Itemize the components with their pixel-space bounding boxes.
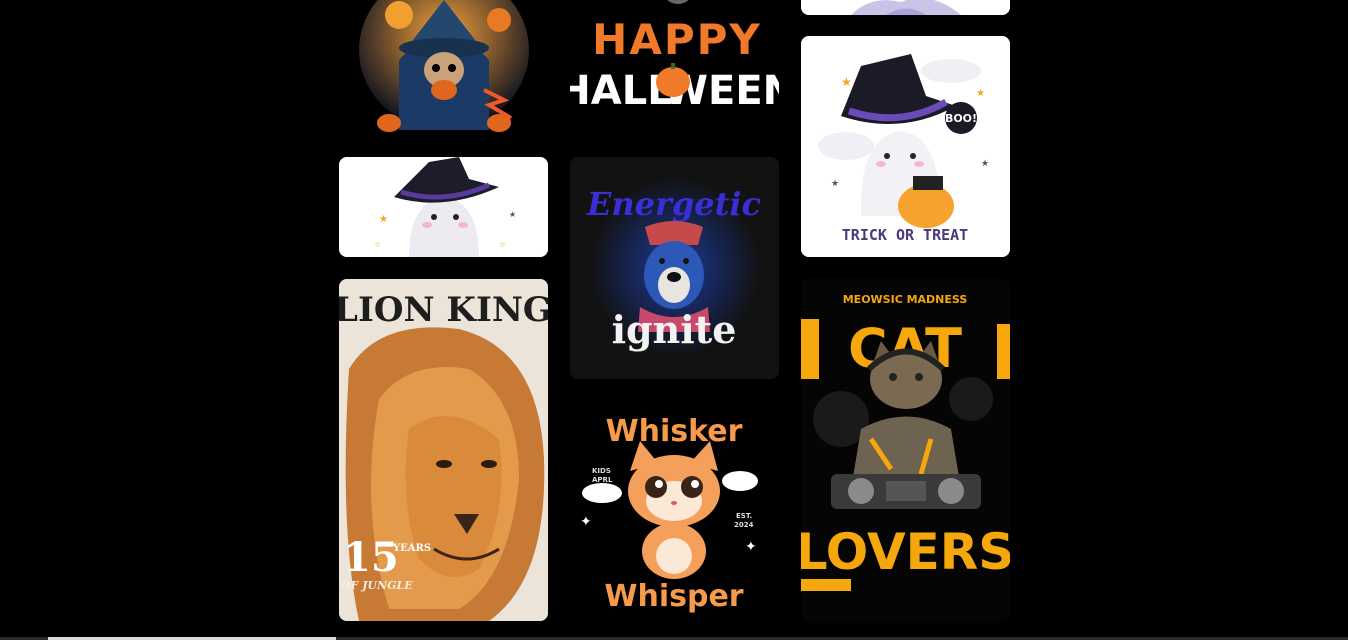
svg-text:★: ★ [379, 214, 388, 225]
happy-halloween-artwork: HAPPY HALL WEEN [570, 0, 779, 114]
design-card-reaper[interactable] [339, 0, 548, 140]
svg-text:★: ★ [841, 75, 852, 89]
design-card-happy-halloween[interactable]: HAPPY HALL WEEN [570, 0, 779, 120]
whisker-whisper-artwork: Whisker KIDS APRL EST. 2024 ✦ ✦ Whisper [570, 401, 779, 621]
ghost-top-artwork [801, 0, 1010, 15]
ignite-text: ignite [612, 307, 737, 352]
svg-text:★: ★ [976, 88, 985, 99]
ghost-witch-artwork: ★ ★ ☆ ☆ [339, 157, 548, 257]
whisper-text: Whisper [604, 579, 743, 614]
aprl-text: APRL [592, 476, 613, 484]
lion-king-years: YEARS [392, 543, 431, 554]
svg-text:★: ★ [509, 210, 516, 219]
design-card-ghost-top[interactable] [801, 0, 1010, 15]
energetic-ignite-artwork: Energetic ignite [570, 157, 779, 379]
design-card-energetic-ignite[interactable]: Energetic ignite [570, 157, 779, 379]
kids-text: KIDS [592, 467, 611, 475]
design-card-cat-lovers[interactable]: MEOWSIC MADNESS CAT LOVERS [801, 279, 1010, 621]
reaper-artwork [359, 0, 529, 140]
design-card-lion-king[interactable]: LION KING 15 YEARS OF JUNGLE [339, 279, 548, 621]
cat-lovers-artwork: MEOWSIC MADNESS CAT LOVERS [801, 279, 1010, 621]
happy-text: HAPPY [592, 15, 762, 64]
year-text: 2024 [734, 521, 754, 529]
svg-text:✦: ✦ [580, 514, 592, 530]
lion-king-fifteen: 15 [343, 534, 399, 581]
lovers-text: LOVERS [801, 523, 1010, 581]
trick-or-treat-text: TRICK OR TREAT [842, 226, 968, 244]
lion-king-artwork: LION KING 15 YEARS OF JUNGLE [339, 279, 548, 621]
trick-or-treat-artwork: BOO! ★ ★ ★ ★ TRICK OR TREAT [801, 36, 1010, 257]
lion-king-jungle: OF JUNGLE [341, 579, 413, 592]
whisker-text: Whisker [606, 414, 743, 449]
pumpkin-icon [656, 67, 690, 97]
meowsic-madness-text: MEOWSIC MADNESS [843, 293, 968, 306]
boo-text: BOO! [945, 112, 977, 125]
lion-king-title: LION KING [339, 290, 548, 330]
svg-text:☆: ☆ [374, 240, 381, 249]
design-card-whisker-whisper[interactable]: Whisker KIDS APRL EST. 2024 ✦ ✦ Whisper [570, 401, 779, 621]
hall-text: HALL [570, 68, 673, 114]
svg-text:★: ★ [981, 159, 989, 169]
design-card-ghost-witch[interactable]: ★ ★ ☆ ☆ [339, 157, 548, 257]
est-text: EST. [736, 512, 752, 520]
svg-text:★: ★ [831, 179, 839, 189]
svg-text:✦: ✦ [745, 539, 757, 555]
design-card-trick-or-treat[interactable]: BOO! ★ ★ ★ ★ TRICK OR TREAT [801, 36, 1010, 257]
energetic-text: Energetic [586, 185, 761, 223]
svg-text:☆: ☆ [499, 240, 506, 249]
